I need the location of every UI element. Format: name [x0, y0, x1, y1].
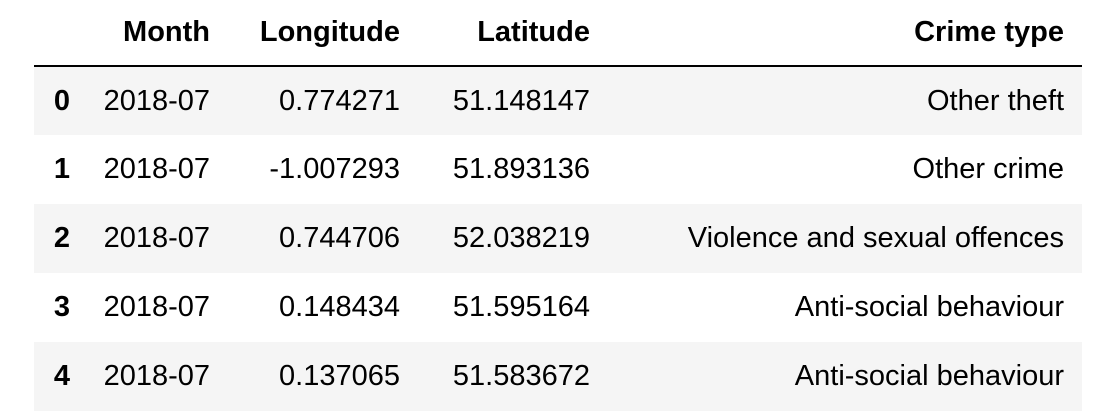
- longitude-column-header: Longitude: [259, 16, 400, 48]
- longitude-cell: 0.137065: [279, 360, 400, 392]
- table-header: Month Longitude Latitude Crime type: [34, 0, 1082, 66]
- longitude-cell: -1.007293: [269, 153, 400, 185]
- month-cell: 2018-07: [103, 291, 210, 323]
- month-cell: 2018-07: [103, 222, 210, 254]
- latitude-cell: 51.583672: [452, 360, 590, 392]
- month-cell: 2018-07: [103, 153, 210, 185]
- longitude-cell: 0.774271: [279, 84, 400, 117]
- dataframe-output: Month Longitude Latitude Crime type 0 20…: [34, 0, 1082, 411]
- month-column-header: Month: [123, 16, 210, 48]
- index-column-header: [34, 0, 88, 66]
- row-index: 2: [53, 222, 70, 254]
- header-row: Month Longitude Latitude Crime type: [34, 0, 1082, 66]
- crime-type-cell: Anti-social behaviour: [794, 291, 1064, 323]
- table-body: 0 2018-07 0.774271 51.148147 Other theft…: [34, 66, 1082, 411]
- row-index: 0: [53, 84, 70, 117]
- crime-type-cell: Anti-social behaviour: [794, 360, 1064, 392]
- longitude-cell: 0.148434: [279, 291, 400, 323]
- table-row: 4 2018-07 0.137065 51.583672 Anti-social…: [34, 342, 1082, 411]
- crime-type-cell: Other crime: [912, 153, 1064, 185]
- table-row: 2 2018-07 0.744706 52.038219 Violence an…: [34, 204, 1082, 273]
- latitude-column-header: Latitude: [477, 16, 590, 48]
- crime-type-cell: Other theft: [926, 84, 1064, 117]
- longitude-cell: 0.744706: [279, 222, 400, 254]
- month-cell: 2018-07: [103, 360, 210, 392]
- dataframe-table: Month Longitude Latitude Crime type 0 20…: [34, 0, 1082, 411]
- crime-type-column-header: Crime type: [914, 16, 1064, 48]
- latitude-cell: 52.038219: [452, 222, 590, 254]
- table-row: 3 2018-07 0.148434 51.595164 Anti-social…: [34, 273, 1082, 342]
- row-index: 4: [53, 360, 70, 392]
- latitude-cell: 51.893136: [452, 153, 590, 185]
- latitude-cell: 51.148147: [452, 84, 590, 117]
- crime-type-cell: Violence and sexual offences: [687, 222, 1064, 254]
- row-index: 3: [53, 291, 70, 323]
- month-cell: 2018-07: [103, 84, 210, 117]
- table-row: 0 2018-07 0.774271 51.148147 Other theft: [34, 66, 1082, 135]
- latitude-cell: 51.595164: [452, 291, 590, 323]
- row-index: 1: [53, 153, 70, 185]
- table-row: 1 2018-07 -1.007293 51.893136 Other crim…: [34, 135, 1082, 204]
